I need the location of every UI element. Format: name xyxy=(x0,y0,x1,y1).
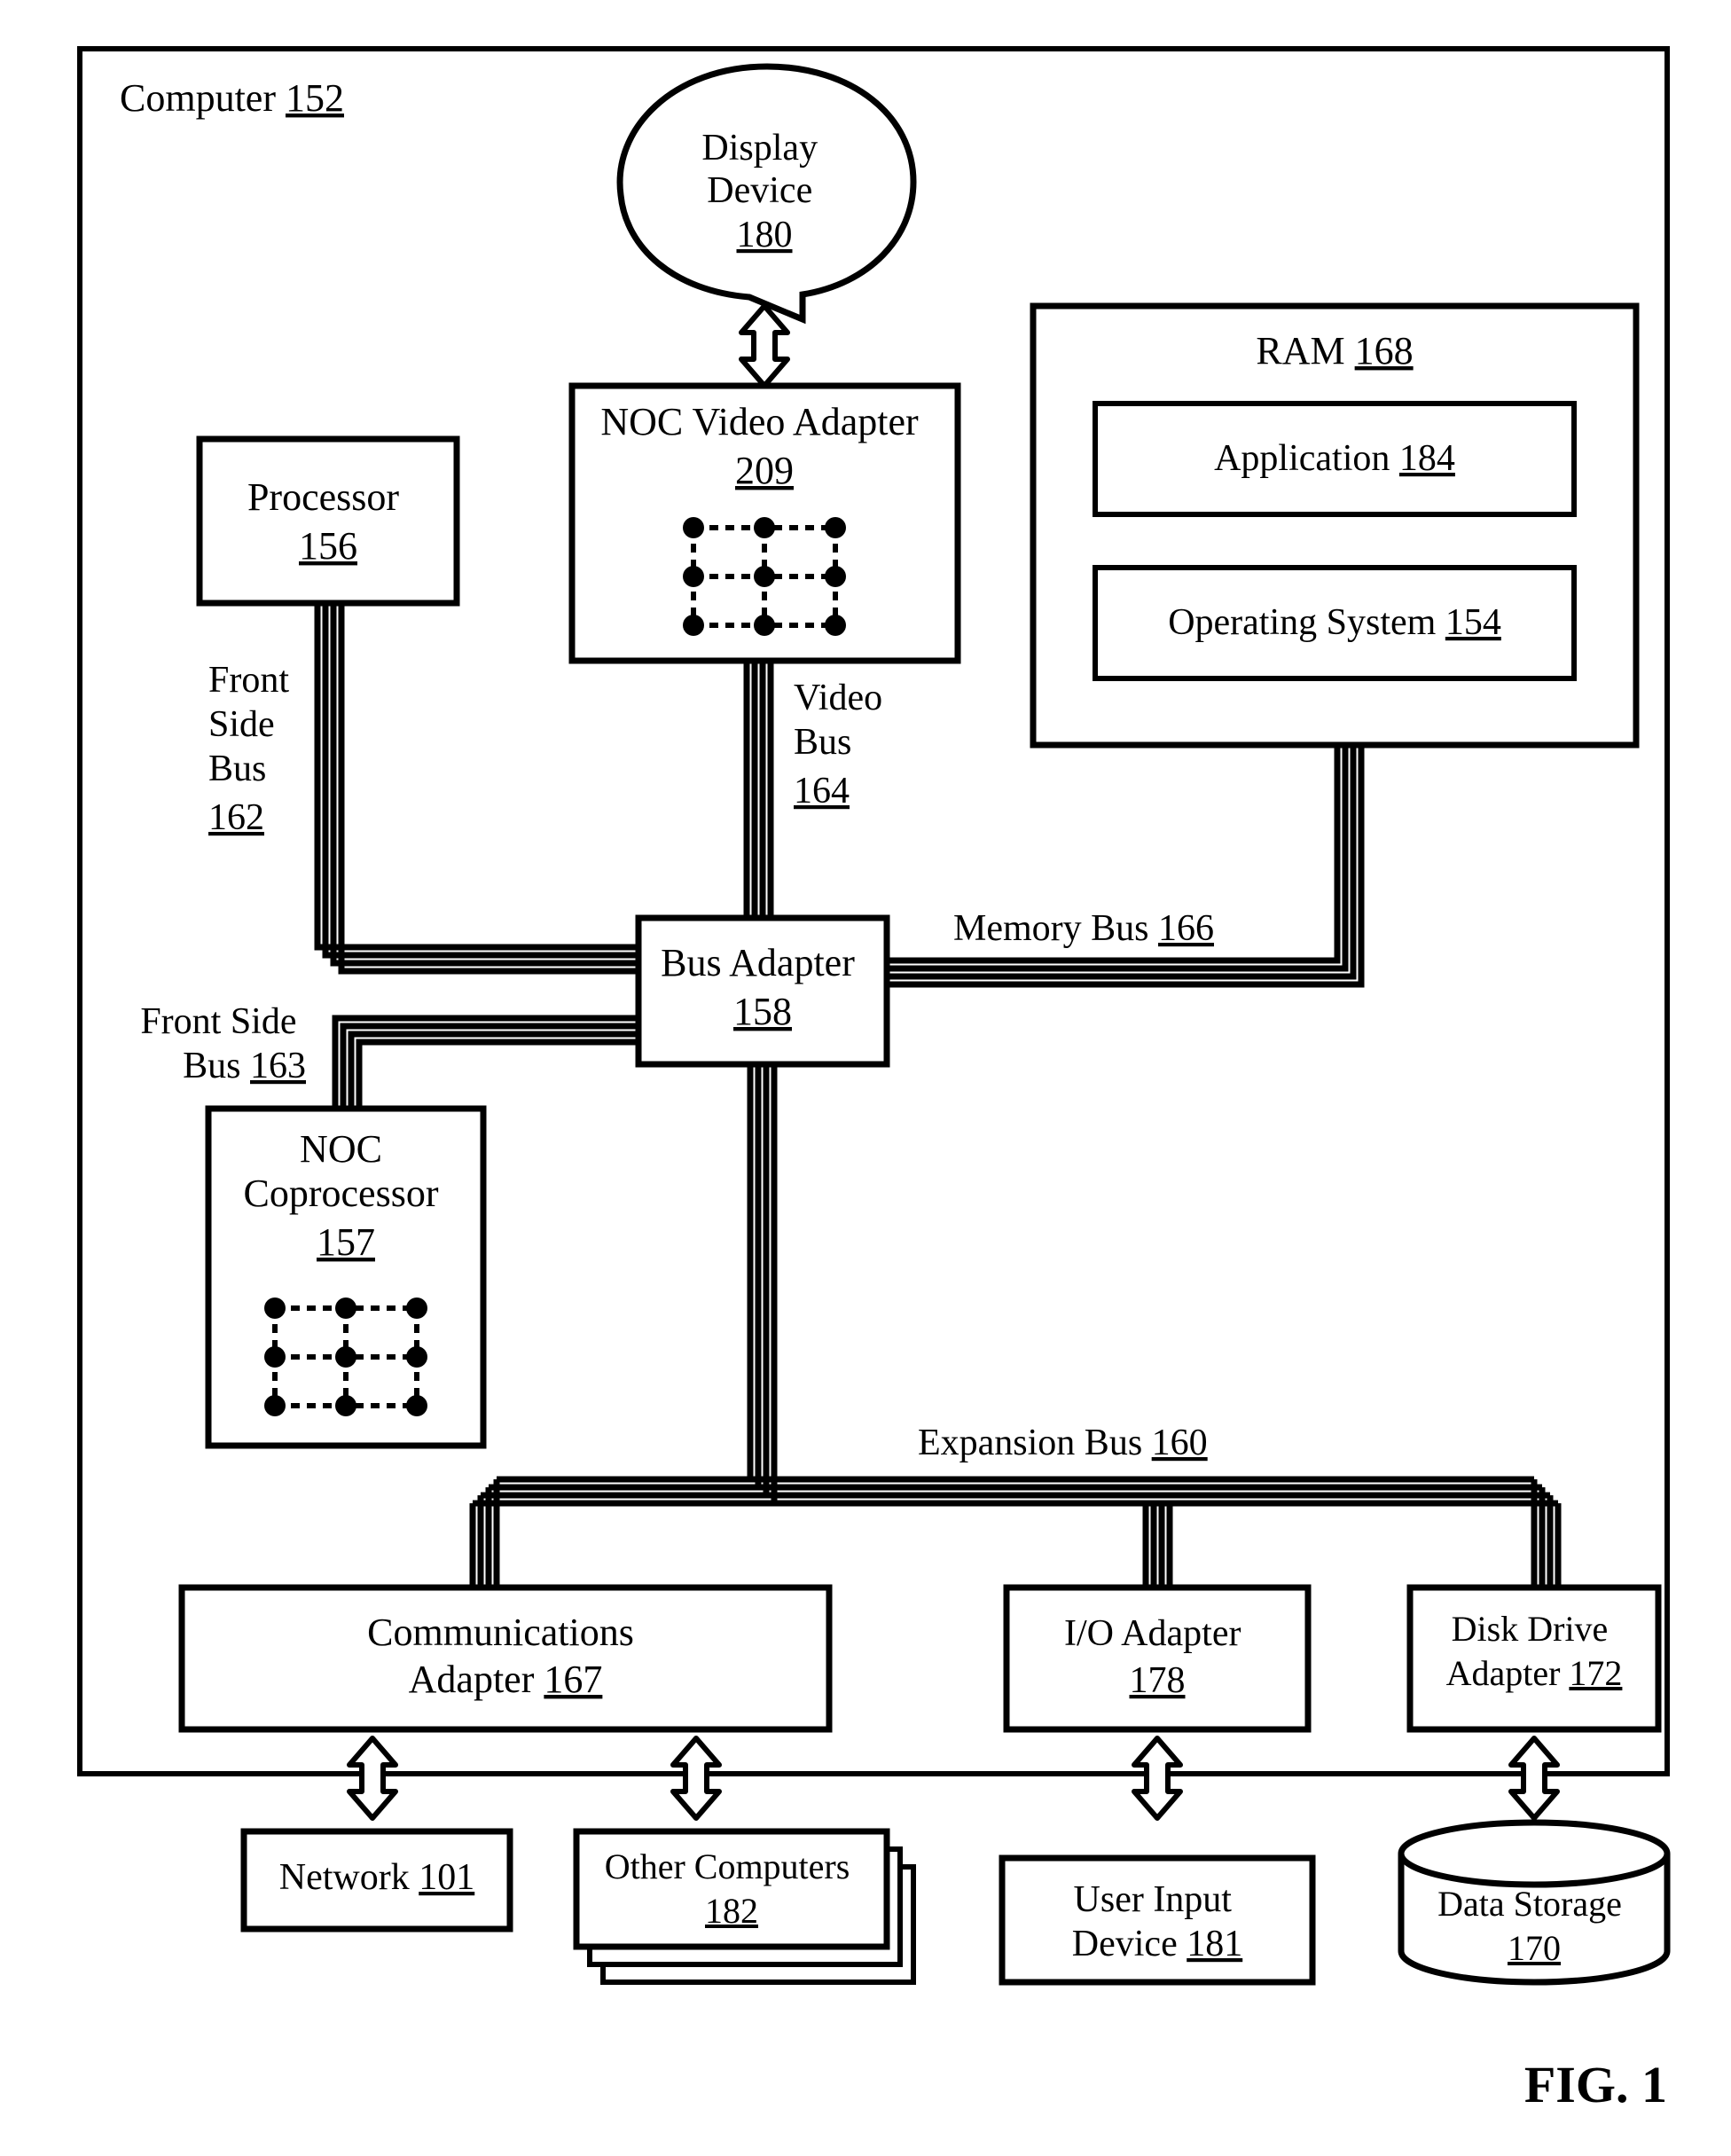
disk-drive-adapter-label1: Disk Drive xyxy=(1452,1609,1609,1649)
processor-box xyxy=(200,439,457,603)
user-input-device-ref: 181 xyxy=(1187,1924,1242,1964)
svg-text:RAM 168: RAM 168 xyxy=(1256,329,1413,372)
figure-label: FIG. 1 xyxy=(1524,2056,1667,2113)
os-label: Operating System xyxy=(1168,602,1436,643)
data-storage-ref: 170 xyxy=(1508,1928,1561,1968)
noc-video-adapter-ref: 209 xyxy=(735,449,794,492)
display-device-label2: Device xyxy=(707,170,812,211)
memory-bus-label: Memory Bus 166 xyxy=(953,908,1214,949)
svg-text:Computer 152: Computer 152 xyxy=(120,76,344,120)
noc-coprocessor-ref: 157 xyxy=(317,1220,375,1264)
os-ref: 154 xyxy=(1445,602,1501,643)
user-input-device-label1: User Input xyxy=(1074,1879,1233,1920)
application-label: Application xyxy=(1214,438,1390,479)
ram-ref: 168 xyxy=(1355,329,1414,372)
io-adapter-ref: 178 xyxy=(1130,1660,1186,1701)
display-device-ref: 180 xyxy=(737,215,793,255)
processor-ref: 156 xyxy=(299,524,357,568)
display-device-label1: Display xyxy=(701,128,818,169)
noc-coprocessor-label2: Coprocessor xyxy=(244,1172,439,1215)
disk-drive-adapter-label2: Adapter xyxy=(1446,1653,1561,1693)
communications-adapter-label1: Communications xyxy=(367,1611,634,1654)
svg-text:Network 101: Network 101 xyxy=(279,1857,474,1898)
computer-ref: 152 xyxy=(286,76,344,120)
network-label: Network xyxy=(279,1857,410,1898)
user-input-device-label2: Device xyxy=(1072,1924,1178,1964)
expansion-bus-label: Expansion Bus 160 xyxy=(918,1423,1208,1463)
computer-label: Computer xyxy=(120,76,276,120)
io-adapter-label: I/O Adapter xyxy=(1064,1613,1241,1654)
data-storage-label: Data Storage xyxy=(1437,1884,1622,1924)
bus-adapter-ref: 158 xyxy=(733,990,792,1033)
ram-label: RAM xyxy=(1256,329,1344,372)
noc-coprocessor-label1: NOC xyxy=(300,1127,382,1171)
disk-drive-adapter-ref: 172 xyxy=(1569,1653,1622,1693)
svg-text:Application 184: Application 184 xyxy=(1214,438,1455,479)
io-adapter-box xyxy=(1006,1588,1308,1729)
application-ref: 184 xyxy=(1399,438,1455,479)
other-computers-ref: 182 xyxy=(705,1891,758,1931)
noc-video-adapter-label: NOC Video Adapter xyxy=(600,400,919,443)
bus-adapter-label: Bus Adapter xyxy=(661,941,855,984)
communications-adapter-ref: 167 xyxy=(544,1658,602,1701)
network-ref: 101 xyxy=(419,1857,474,1898)
other-computers-label: Other Computers xyxy=(605,1846,850,1886)
processor-label: Processor xyxy=(247,475,399,519)
svg-text:Operating System 154: Operating System 154 xyxy=(1168,602,1501,643)
communications-adapter-label2: Adapter xyxy=(409,1658,535,1701)
